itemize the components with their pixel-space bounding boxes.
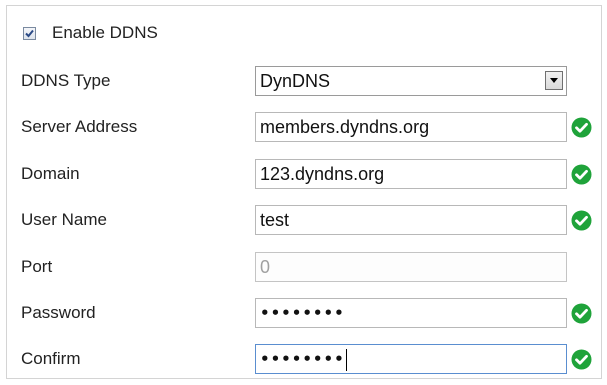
port-label: Port [21, 257, 53, 276]
server-address-input[interactable]: members.dyndns.org [255, 112, 567, 142]
user-name-label: User Name [21, 210, 107, 229]
password-input[interactable]: •••••••• [255, 298, 567, 328]
chevron-down-icon [550, 78, 558, 83]
check-circle-icon [571, 303, 592, 324]
enable-ddns-label: Enable DDNS [52, 23, 158, 42]
domain-input[interactable]: 123.dyndns.org [255, 159, 567, 189]
confirm-row: Confirm •••••••• [7, 339, 601, 379]
check-circle-icon [571, 117, 592, 138]
enable-ddns-row: Enable DDNS [7, 6, 601, 46]
text-cursor [345, 348, 347, 371]
server-address-label: Server Address [21, 117, 138, 136]
domain-label: Domain [21, 164, 80, 183]
ddns-type-selected-value: DynDNS [260, 71, 331, 91]
confirm-label: Confirm [21, 349, 81, 368]
confirm-masked-value: •••••••• [260, 350, 345, 368]
check-circle-icon [571, 210, 592, 231]
password-label: Password [21, 303, 96, 322]
enable-ddns-checkbox[interactable] [23, 27, 36, 40]
ddns-type-label: DDNS Type [21, 71, 111, 90]
check-circle-icon [571, 164, 592, 185]
server-address-row: Server Address members.dyndns.org [7, 107, 601, 147]
user-name-input[interactable]: test [255, 205, 567, 235]
ddns-type-row: DDNS Type DynDNS [7, 61, 601, 101]
check-circle-icon [571, 349, 592, 370]
port-input[interactable]: 0 [255, 252, 567, 282]
password-row: Password •••••••• [7, 293, 601, 333]
ddns-settings-panel: Enable DDNS DDNS Type DynDNS Server Addr… [6, 5, 602, 379]
dropdown-arrow-button[interactable] [545, 71, 563, 90]
checkmark-icon [25, 29, 34, 38]
user-name-row: User Name test [7, 200, 601, 240]
domain-row: Domain 123.dyndns.org [7, 154, 601, 194]
ddns-type-select[interactable]: DynDNS [255, 66, 567, 96]
port-row: Port 0 [7, 247, 601, 287]
confirm-password-input[interactable]: •••••••• [255, 344, 567, 374]
